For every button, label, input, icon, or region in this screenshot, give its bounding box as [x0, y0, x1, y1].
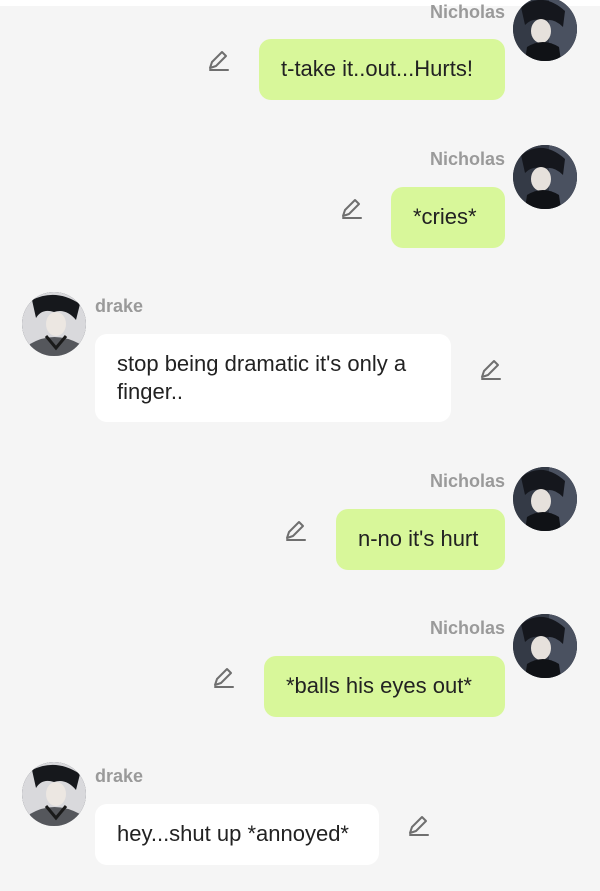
status-bar-edge [0, 0, 600, 6]
sender-name: Nicholas [429, 618, 505, 638]
avatar-nicholas[interactable] [513, 614, 577, 678]
message-bubble[interactable]: stop being dramatic it's only a finger.. [95, 334, 451, 422]
pencil-icon[interactable] [206, 48, 232, 74]
sender-name: Nicholas [429, 2, 505, 22]
sender-name: Nicholas [429, 149, 505, 169]
pencil-icon[interactable] [211, 665, 237, 691]
avatar-nicholas[interactable] [513, 145, 577, 209]
avatar-drake[interactable] [22, 762, 86, 826]
avatar-drake[interactable] [22, 292, 86, 356]
pencil-icon[interactable] [339, 196, 365, 222]
pencil-icon[interactable] [283, 518, 309, 544]
pencil-icon[interactable] [478, 357, 504, 383]
avatar-nicholas[interactable] [513, 0, 577, 61]
message-bubble[interactable]: t-take it..out...Hurts! [259, 39, 505, 100]
pencil-icon[interactable] [406, 813, 432, 839]
message-bubble[interactable]: *cries* [391, 187, 505, 248]
message-bubble[interactable]: *balls his eyes out* [264, 656, 505, 717]
avatar-nicholas[interactable] [513, 467, 577, 531]
sender-name: drake [95, 296, 144, 316]
sender-name: Nicholas [429, 471, 505, 491]
sender-name: drake [95, 766, 144, 786]
message-bubble[interactable]: hey...shut up *annoyed* [95, 804, 379, 865]
message-bubble[interactable]: n-no it's hurt [336, 509, 505, 570]
